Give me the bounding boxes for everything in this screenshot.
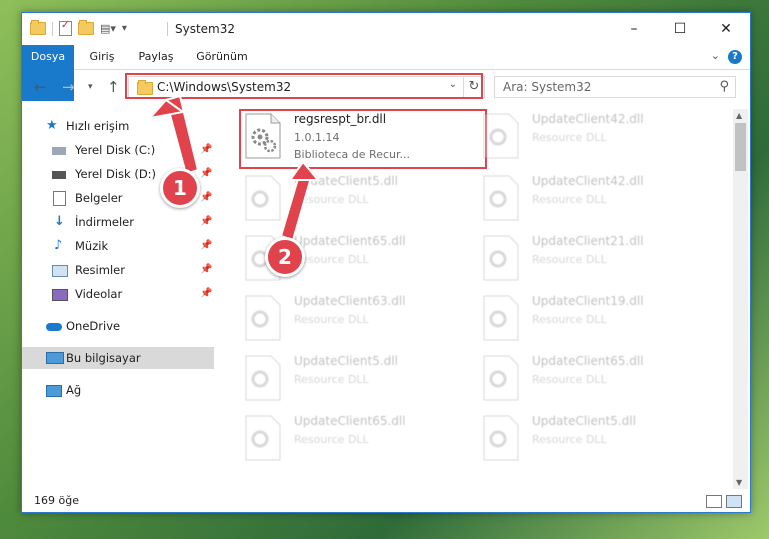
arrow-2-head: [288, 160, 321, 181]
annotation-badge-2: 2: [265, 237, 305, 277]
annotation-arrows: [147, 94, 321, 242]
annotation-badge-1: 1: [160, 168, 200, 208]
